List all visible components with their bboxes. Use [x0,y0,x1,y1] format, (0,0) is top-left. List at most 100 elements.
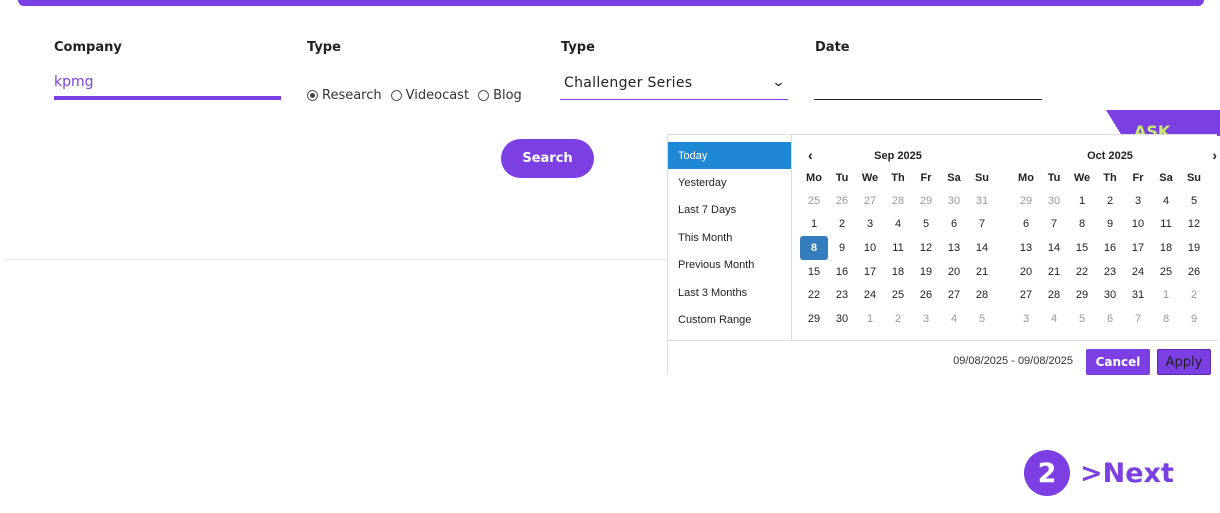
range-custom-range[interactable]: Custom Range [668,306,792,333]
left-day-cell[interactable]: 1 [856,307,884,331]
radio-videocast[interactable]: Videocast [390,88,469,103]
right-day-cell[interactable]: 29 [1012,189,1040,213]
right-day-cell[interactable]: 6 [1096,307,1124,331]
next-page-link[interactable]: >Next [1080,458,1174,489]
company-input[interactable] [54,68,281,100]
right-day-cell[interactable]: 4 [1152,189,1180,213]
right-day-cell[interactable]: 14 [1040,236,1068,260]
left-day-cell[interactable]: 20 [940,260,968,284]
right-day-cell[interactable]: 5 [1180,189,1208,213]
radio-research-dot[interactable] [307,90,318,101]
radio-research[interactable]: Research [307,88,382,103]
range-last-7-days[interactable]: Last 7 Days [668,197,792,224]
right-day-cell[interactable]: 24 [1124,260,1152,284]
range-previous-month[interactable]: Previous Month [668,252,792,279]
right-day-cell[interactable]: 6 [1012,213,1040,237]
left-day-cell[interactable]: 7 [968,213,996,237]
right-day-cell[interactable]: 10 [1124,213,1152,237]
left-day-cell[interactable]: 12 [912,236,940,260]
right-day-cell[interactable]: 29 [1068,283,1096,307]
right-day-cell[interactable]: 12 [1180,213,1208,237]
prev-month-icon[interactable]: ‹ [808,147,813,163]
right-day-cell[interactable]: 5 [1068,307,1096,331]
left-day-cell[interactable]: 22 [800,283,828,307]
left-day-cell[interactable]: 28 [884,189,912,213]
left-day-cell[interactable]: 25 [884,283,912,307]
date-input[interactable] [814,66,1042,100]
right-day-cell[interactable]: 13 [1012,236,1040,260]
left-day-cell[interactable]: 8 [800,236,828,260]
left-day-cell[interactable]: 2 [828,213,856,237]
left-day-cell[interactable]: 26 [912,283,940,307]
left-day-cell[interactable]: 25 [800,189,828,213]
right-day-cell[interactable]: 30 [1040,189,1068,213]
left-day-cell[interactable]: 29 [912,189,940,213]
radio-blog[interactable]: Blog [478,88,522,103]
left-day-cell[interactable]: 2 [884,307,912,331]
right-day-cell[interactable]: 3 [1012,307,1040,331]
right-day-cell[interactable]: 30 [1096,283,1124,307]
left-day-cell[interactable]: 10 [856,236,884,260]
right-day-cell[interactable]: 17 [1124,236,1152,260]
right-day-cell[interactable]: 1 [1068,189,1096,213]
left-day-cell[interactable]: 31 [968,189,996,213]
right-day-cell[interactable]: 22 [1068,260,1096,284]
left-day-cell[interactable]: 5 [912,213,940,237]
left-day-cell[interactable]: 24 [856,283,884,307]
left-day-cell[interactable]: 28 [968,283,996,307]
next-month-icon[interactable]: › [1212,147,1217,163]
radio-videocast-dot[interactable] [390,90,402,101]
right-day-cell[interactable]: 25 [1152,260,1180,284]
ask-tab[interactable]: ASK [1106,110,1220,136]
left-day-cell[interactable]: 29 [800,307,828,331]
range-last-3-months[interactable]: Last 3 Months [668,279,792,306]
left-day-cell[interactable]: 17 [856,260,884,284]
left-day-cell[interactable]: 15 [800,260,828,284]
right-day-cell[interactable]: 9 [1096,213,1124,237]
right-day-cell[interactable]: 16 [1096,236,1124,260]
right-day-cell[interactable]: 2 [1180,283,1208,307]
apply-button[interactable]: Apply [1157,349,1211,375]
range-this-month[interactable]: This Month [668,224,792,251]
right-day-cell[interactable]: 8 [1068,213,1096,237]
left-day-cell[interactable]: 4 [940,307,968,331]
left-day-cell[interactable]: 27 [940,283,968,307]
page-number-badge[interactable]: 2 [1024,450,1070,496]
right-day-cell[interactable]: 23 [1096,260,1124,284]
right-day-cell[interactable]: 3 [1124,189,1152,213]
left-day-cell[interactable]: 21 [968,260,996,284]
right-day-cell[interactable]: 27 [1012,283,1040,307]
left-day-cell[interactable]: 18 [884,260,912,284]
right-day-cell[interactable]: 18 [1152,236,1180,260]
right-day-cell[interactable]: 2 [1096,189,1124,213]
series-select[interactable]: Challenger Series ⌄ [560,66,788,100]
left-day-cell[interactable]: 26 [828,189,856,213]
left-day-cell[interactable]: 23 [828,283,856,307]
right-day-cell[interactable]: 1 [1152,283,1180,307]
right-day-cell[interactable]: 9 [1180,307,1208,331]
right-day-cell[interactable]: 11 [1152,213,1180,237]
left-day-cell[interactable]: 27 [856,189,884,213]
left-day-cell[interactable]: 3 [912,307,940,331]
right-day-cell[interactable]: 7 [1040,213,1068,237]
right-day-cell[interactable]: 26 [1180,260,1208,284]
right-day-cell[interactable]: 31 [1124,283,1152,307]
right-day-cell[interactable]: 8 [1152,307,1180,331]
left-day-cell[interactable]: 14 [968,236,996,260]
left-day-cell[interactable]: 30 [828,307,856,331]
left-day-cell[interactable]: 1 [800,213,828,237]
left-day-cell[interactable]: 16 [828,260,856,284]
left-day-cell[interactable]: 11 [884,236,912,260]
cancel-button[interactable]: Cancel [1086,349,1150,375]
right-day-cell[interactable]: 4 [1040,307,1068,331]
left-day-cell[interactable]: 3 [856,213,884,237]
range-today[interactable]: Today [668,142,792,170]
right-day-cell[interactable]: 7 [1124,307,1152,331]
left-day-cell[interactable]: 30 [940,189,968,213]
right-day-cell[interactable]: 20 [1012,260,1040,284]
left-day-cell[interactable]: 13 [940,236,968,260]
left-day-cell[interactable]: 4 [884,213,912,237]
left-day-cell[interactable]: 9 [828,236,856,260]
right-day-cell[interactable]: 21 [1040,260,1068,284]
left-day-cell[interactable]: 19 [912,260,940,284]
